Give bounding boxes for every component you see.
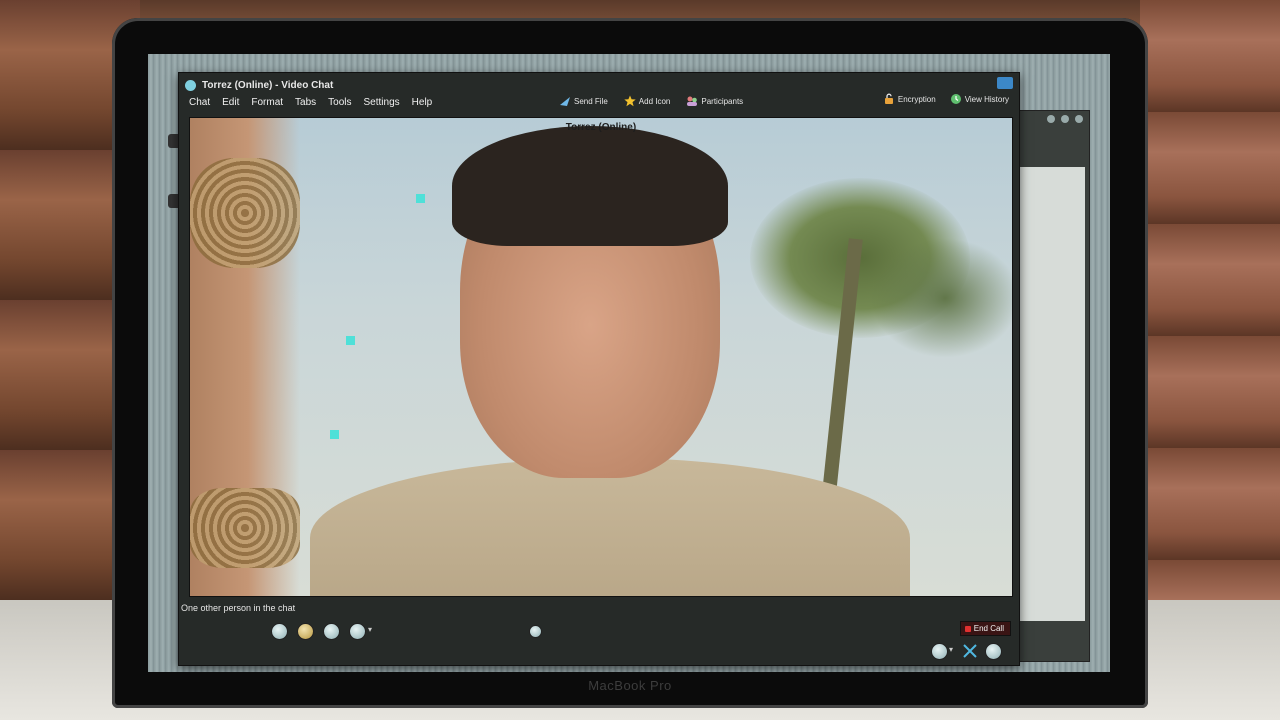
caller-name: Torrez [565,122,596,133]
swimsuit-top [190,158,300,268]
overlay-marker [346,336,355,345]
center-indicator-icon[interactable] [529,625,542,638]
caller-name-overlay: Torrez (Online) [190,122,1012,133]
chevron-down-icon[interactable]: ▾ [949,645,953,654]
view-history-button[interactable]: View History [950,93,1009,105]
end-call-button[interactable]: End Call [959,621,1011,636]
caller-shirt [310,458,910,596]
add-icon-button[interactable]: Add Icon [624,95,671,107]
palm-tree-fronds [870,238,1012,358]
settings-icon[interactable] [931,643,948,660]
laptop-brand: MacBook Pro [588,678,672,693]
menu-chat[interactable]: Chat [189,97,210,108]
video-feed[interactable]: Torrez (Online) [189,117,1013,597]
fullscreen-icon[interactable] [962,643,978,659]
participants-icon [687,96,698,106]
laptop: Torrez (Online) - Video Chat Chat Edit F… [112,18,1148,708]
history-icon [950,94,961,104]
menu-tools[interactable]: Tools [328,97,351,108]
chat-status: One other person in the chat [181,603,296,613]
menu-tabs[interactable]: Tabs [295,97,316,108]
right-toolbar: Encryption View History [883,93,1009,105]
share-icon[interactable] [985,643,1002,660]
swimsuit-bottom [190,488,300,568]
star-icon [624,95,636,107]
encryption-label: Encryption [897,94,936,104]
overlay-marker [416,194,425,203]
overlay-marker [330,430,339,439]
app-icon [185,79,196,91]
menu-settings[interactable]: Settings [364,97,400,108]
laptop-screen: Torrez (Online) - Video Chat Chat Edit F… [148,54,1110,672]
menu-edit[interactable]: Edit [222,97,239,108]
send-file-button[interactable]: Send File [559,95,608,107]
view-history-label: View History [964,94,1009,104]
add-icon-label: Add Icon [638,96,671,106]
menu-format[interactable]: Format [251,97,283,108]
menu-bar: Chat Edit Format Tabs Tools Settings Hel… [189,97,432,108]
window-title: Torrez (Online) - Video Chat [202,79,334,91]
background-window-controls [1047,115,1083,123]
volume-icon[interactable] [349,623,366,640]
encryption-button[interactable]: Encryption [883,93,936,105]
participants-button[interactable]: Participants [686,95,743,107]
participants-label: Participants [701,96,744,106]
menu-help[interactable]: Help [412,97,433,108]
call-controls-bar: ▾ End Call ▾ [179,613,1019,665]
send-file-icon [560,97,570,106]
video-chat-window[interactable]: Torrez (Online) - Video Chat Chat Edit F… [178,72,1020,666]
end-call-icon [964,625,971,632]
camera-icon[interactable] [271,623,288,640]
send-file-label: Send File [574,96,608,106]
microphone-icon[interactable] [323,623,340,640]
minimize-icon[interactable] [1047,115,1055,123]
lock-icon [884,93,893,104]
toolbar: Send File Add Icon Participants [559,95,743,107]
window-control-button[interactable] [997,77,1013,89]
caller-status: (Online) [598,122,637,133]
close-icon[interactable] [1075,115,1083,123]
chevron-down-icon[interactable]: ▾ [368,625,372,634]
end-call-label: End Call [973,624,1004,633]
maximize-icon[interactable] [1061,115,1069,123]
caller-hair [452,126,728,246]
pause-icon[interactable] [297,623,314,640]
title-bar[interactable]: Torrez (Online) - Video Chat [185,77,333,93]
